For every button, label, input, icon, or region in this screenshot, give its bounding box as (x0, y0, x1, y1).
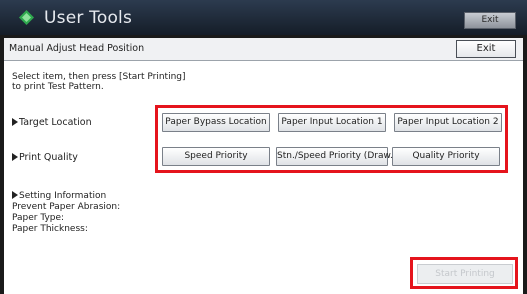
screen-title: Manual Adjust Head Position (9, 43, 145, 54)
prevent-paper-abrasion-label: Prevent Paper Abrasion: (12, 202, 121, 212)
instruction-text: Select item, then press [Start Printing]… (12, 72, 186, 92)
triangle-bullet-icon (12, 118, 18, 126)
paper-type-label: Paper Type: (12, 213, 65, 223)
user-tools-icon (19, 10, 34, 25)
titlebar-exit-button[interactable]: Exit (464, 12, 516, 29)
triangle-bullet-icon (12, 191, 18, 199)
paper-thickness-label: Paper Thickness: (12, 224, 88, 234)
triangle-bullet-icon (12, 153, 18, 161)
main-panel: Manual Adjust Head Position Exit Select … (4, 38, 523, 294)
print-quality-label: Print Quality (12, 152, 78, 163)
setting-information-heading: Setting Information (12, 191, 120, 202)
instruction-line-1: Select item, then press [Start Printing] (12, 72, 186, 82)
titlebar: User Tools Exit (0, 0, 527, 35)
screen-header: Manual Adjust Head Position Exit (4, 38, 523, 61)
highlight-box-options (155, 105, 508, 173)
setting-information: Setting Information Prevent Paper Abrasi… (12, 191, 120, 235)
target-location-label: Target Location (12, 117, 92, 128)
exit-button[interactable]: Exit (456, 40, 516, 58)
highlight-box-start (410, 257, 518, 289)
app-title: User Tools (44, 8, 133, 28)
instruction-line-2: to print Test Pattern. (12, 82, 104, 92)
